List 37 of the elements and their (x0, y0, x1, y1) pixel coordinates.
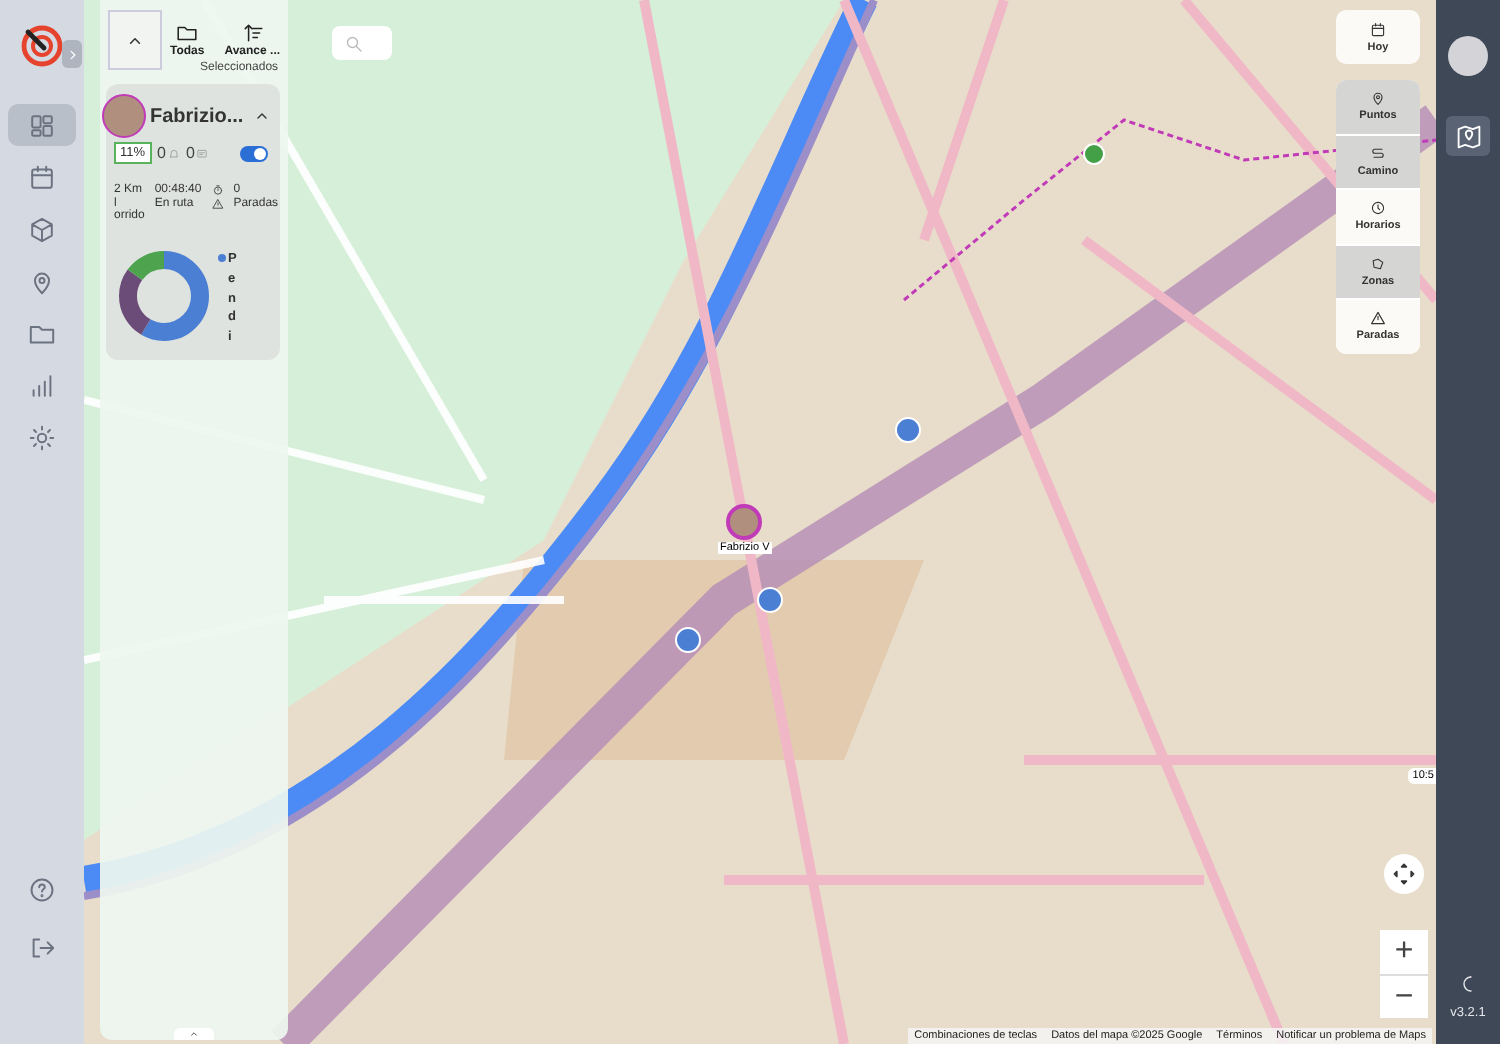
map-pin-icon (28, 267, 56, 295)
folder-icon (176, 22, 199, 44)
bar-chart-icon (28, 371, 56, 399)
user-avatar[interactable] (1448, 36, 1488, 76)
moon-icon (1458, 974, 1478, 994)
tracking-toggle[interactable] (240, 145, 268, 161)
logout-icon (28, 933, 56, 961)
map-pin-icon (1455, 123, 1481, 149)
calendar-icon (1370, 21, 1386, 37)
drawer-handle[interactable] (174, 1028, 214, 1040)
path-icon (1370, 145, 1386, 162)
sort-icon (241, 22, 264, 44)
timer-icon (211, 184, 224, 196)
nav-button[interactable] (8, 104, 76, 146)
polygon-icon (1370, 255, 1386, 272)
box-icon (28, 215, 56, 243)
settings-icon (28, 423, 56, 451)
message-count: 0 (185, 144, 195, 162)
avatar (102, 94, 146, 138)
map-view-button[interactable] (1446, 116, 1490, 156)
warning-triangle-icon (1370, 310, 1386, 327)
bell-icon (167, 147, 180, 159)
driver-name: Fabrizio... (150, 105, 246, 127)
search-field[interactable] (332, 26, 392, 60)
arrows-icon (1392, 862, 1416, 886)
message-icon (196, 147, 209, 159)
search-icon (344, 33, 364, 53)
clock-icon (1370, 200, 1386, 217)
alert-count: 0 (157, 144, 166, 162)
dashboard-icon (28, 111, 56, 139)
calendar-icon (28, 163, 56, 191)
chevron-up-icon (188, 1028, 200, 1040)
donut-chart (118, 250, 210, 342)
warning-triangle-icon (211, 198, 224, 210)
help-icon (28, 875, 56, 903)
logo-icon (20, 24, 64, 68)
map-pin-icon (1370, 90, 1386, 107)
